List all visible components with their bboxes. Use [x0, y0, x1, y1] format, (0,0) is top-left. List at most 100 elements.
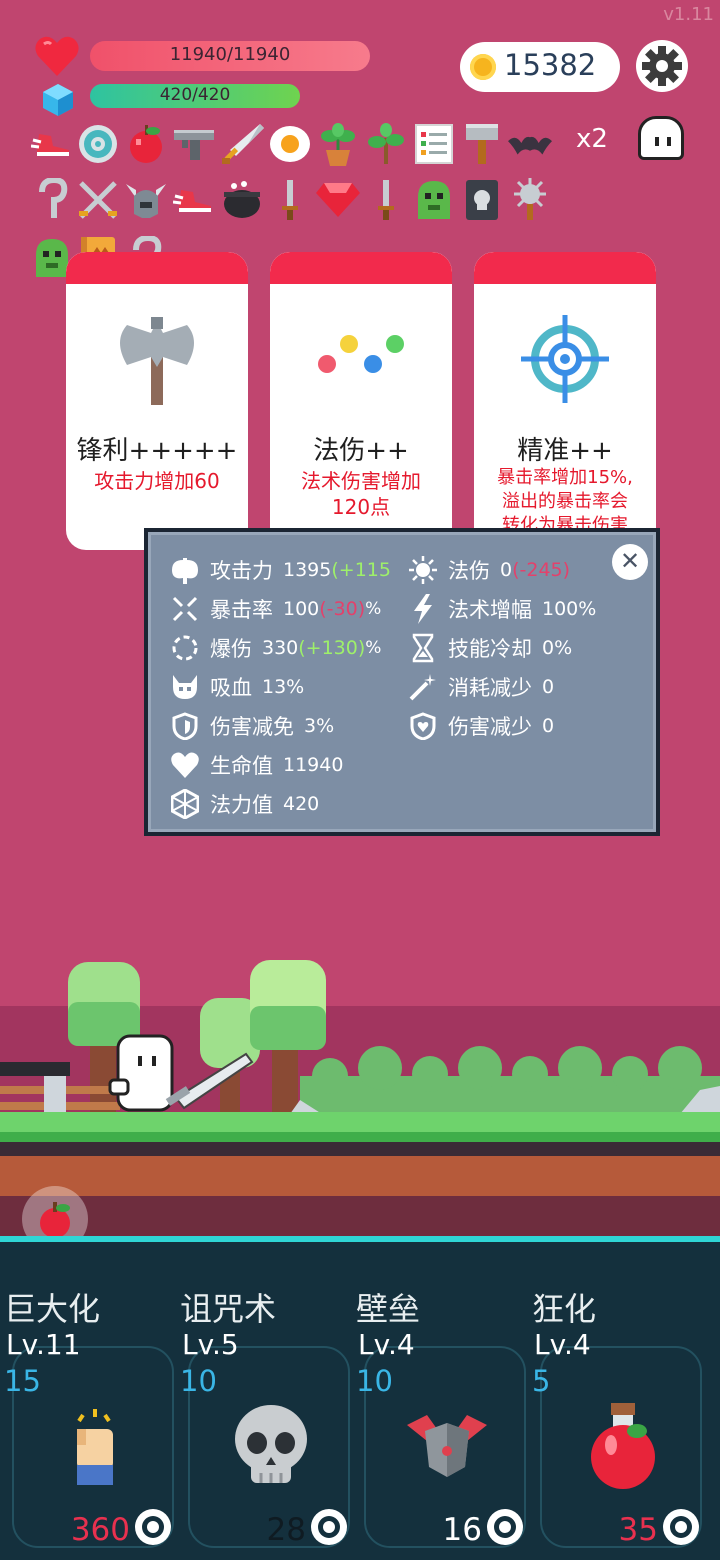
card-description: 攻击力增加60 — [94, 469, 220, 493]
coin-value: 15382 — [504, 48, 597, 82]
dagger-icon[interactable] — [268, 178, 312, 222]
sapling-icon[interactable] — [364, 122, 408, 166]
card-title: 锋利+++++ — [76, 436, 238, 466]
skill-name: 巨大化 — [4, 1290, 101, 1328]
skill-name: 诅咒术 — [180, 1290, 277, 1328]
magic-wand-icon — [406, 671, 440, 703]
skill-level: Lv.4 — [358, 1328, 415, 1361]
sun-icon — [406, 554, 440, 586]
stat-cooldown: 技能冷却 0% — [406, 632, 572, 664]
coin-icon — [470, 54, 496, 80]
mana-gem-icon — [43, 84, 73, 116]
red-potion-icon — [568, 1396, 678, 1496]
card-title: 法伤++ — [313, 436, 409, 466]
skill-cost: 10 — [180, 1364, 217, 1398]
demon-skull-icon — [168, 671, 202, 703]
potted-plant-icon[interactable] — [316, 122, 360, 166]
crossed-swords-icon[interactable] — [76, 178, 120, 222]
close-button[interactable]: ✕ — [612, 544, 648, 580]
sword-icon[interactable] — [220, 122, 264, 166]
skill-slot-curse[interactable]: 诅咒术 Lv.5 10 28 — [176, 1236, 352, 1560]
skill-level: Lv.5 — [182, 1328, 239, 1361]
mana-bar: 420/420 — [90, 84, 300, 108]
dagger-icon[interactable] — [364, 178, 408, 222]
skill-level: Lv.11 — [6, 1328, 81, 1361]
card-description: 法术伤害增加 120点 — [278, 468, 444, 520]
settings-button[interactable] — [636, 40, 688, 92]
card-description-line: 120点 — [331, 495, 391, 519]
target-disc-icon[interactable] — [76, 122, 120, 166]
green-slime-icon[interactable] — [412, 178, 456, 222]
lightning-icon — [406, 593, 440, 625]
skill-slot-giant[interactable]: 巨大化 Lv.11 15 360 — [0, 1236, 176, 1560]
skill-slot-bulwark[interactable]: 壁垒 Lv.4 10 16 — [352, 1236, 528, 1560]
crosshair-icon — [474, 304, 656, 414]
multiplier-label: x2 — [576, 124, 608, 154]
upgrade-card-precision[interactable]: 精准++ 暴击率增加15%, 溢出的暴击率会 转化为暴击伤害 — [474, 252, 656, 550]
skill-cost: 15 — [4, 1364, 41, 1398]
spiked-mace-icon[interactable] — [508, 178, 552, 222]
hammer-icon[interactable] — [460, 122, 504, 166]
shield-icon — [168, 710, 202, 742]
card-header — [270, 252, 452, 284]
shield-heart-icon — [406, 710, 440, 742]
card-description-line: 暴击率增加15%, — [497, 467, 633, 488]
skill-count: 35 — [618, 1512, 658, 1548]
upgrade-card-sharpness[interactable]: 锋利+++++ 攻击力增加60 — [66, 252, 248, 550]
card-description-line: 溢出的暴击率会 — [502, 491, 628, 512]
stat-magic-damage: 法伤 0 (-245) — [406, 554, 570, 586]
skill-name: 壁垒 — [356, 1290, 421, 1328]
winged-boot-icon[interactable] — [30, 122, 74, 166]
stat-crit-rate: 暴击率 100 (-30) % — [168, 593, 381, 625]
skill-cost: 5 — [532, 1364, 551, 1398]
cooldown-spinner-icon — [487, 1509, 523, 1545]
pistol-icon[interactable] — [172, 122, 216, 166]
stats-panel: 攻击力 1395 (+115 暴击率 100 (-30) % 爆伤 330 (+… — [144, 528, 660, 836]
hexagon-gem-icon — [168, 788, 202, 820]
hourglass-icon — [406, 632, 440, 664]
dirt — [0, 1156, 720, 1196]
cooldown-spinner-icon — [135, 1509, 171, 1545]
checklist-icon[interactable] — [412, 122, 456, 166]
skill-slot-berserk[interactable]: 狂化 Lv.4 5 35 — [528, 1236, 704, 1560]
bat-icon[interactable] — [508, 122, 552, 166]
mana-text: 420/420 — [159, 85, 231, 105]
health-bar: 11940/11940 — [90, 41, 370, 71]
raised-fist-icon — [40, 1396, 150, 1496]
stat-cost-reduction: 消耗减少 0 — [406, 671, 554, 703]
battle-axe-icon — [66, 304, 248, 414]
cooldown-spinner-icon — [311, 1509, 347, 1545]
stat-crit-damage: 爆伤 330 (+130) % — [168, 632, 381, 664]
ghost-eye-right — [667, 137, 671, 146]
skill-name: 狂化 — [532, 1290, 597, 1328]
hero-character — [108, 1034, 174, 1112]
ruby-icon[interactable] — [316, 178, 360, 222]
crit-sparkle-icon — [168, 593, 202, 625]
horned-helmet-icon[interactable] — [124, 178, 168, 222]
card-title: 精准++ — [517, 436, 613, 466]
stat-health: 生命值 11940 — [168, 749, 343, 781]
health-text: 11940/11940 — [169, 44, 291, 65]
magic-orbs-icon — [270, 304, 452, 414]
stat-lifesteal: 吸血 13% — [168, 671, 304, 703]
shield-armor-icon — [392, 1396, 502, 1496]
burst-ring-icon — [168, 632, 202, 664]
stat-attack: 攻击力 1395 (+115 — [168, 554, 391, 586]
skill-bar: 巨大化 Lv.11 15 360 诅咒术 Lv.5 10 28 壁垒 Lv.4 … — [0, 1236, 720, 1560]
skill-level: Lv.4 — [534, 1328, 591, 1361]
stat-spell-amp: 法术增幅 100% — [406, 593, 596, 625]
upgrade-card-magic-damage[interactable]: 法伤++ 法术伤害增加 120点 — [270, 252, 452, 550]
cauldron-icon[interactable] — [220, 178, 264, 222]
skill-count: 16 — [442, 1512, 482, 1548]
card-header — [474, 252, 656, 284]
fried-egg-icon[interactable] — [268, 122, 312, 166]
heart-icon — [35, 36, 79, 76]
stat-damage-immunity: 伤害减免 3% — [168, 710, 334, 742]
hook-icon[interactable] — [30, 178, 74, 222]
skull-tome-icon[interactable] — [460, 178, 504, 222]
ghost-icon[interactable] — [638, 116, 684, 160]
apple-icon[interactable] — [124, 122, 168, 166]
winged-boot-icon[interactable] — [172, 178, 216, 222]
skill-count: 360 — [70, 1512, 130, 1548]
axe-icon — [168, 554, 202, 586]
